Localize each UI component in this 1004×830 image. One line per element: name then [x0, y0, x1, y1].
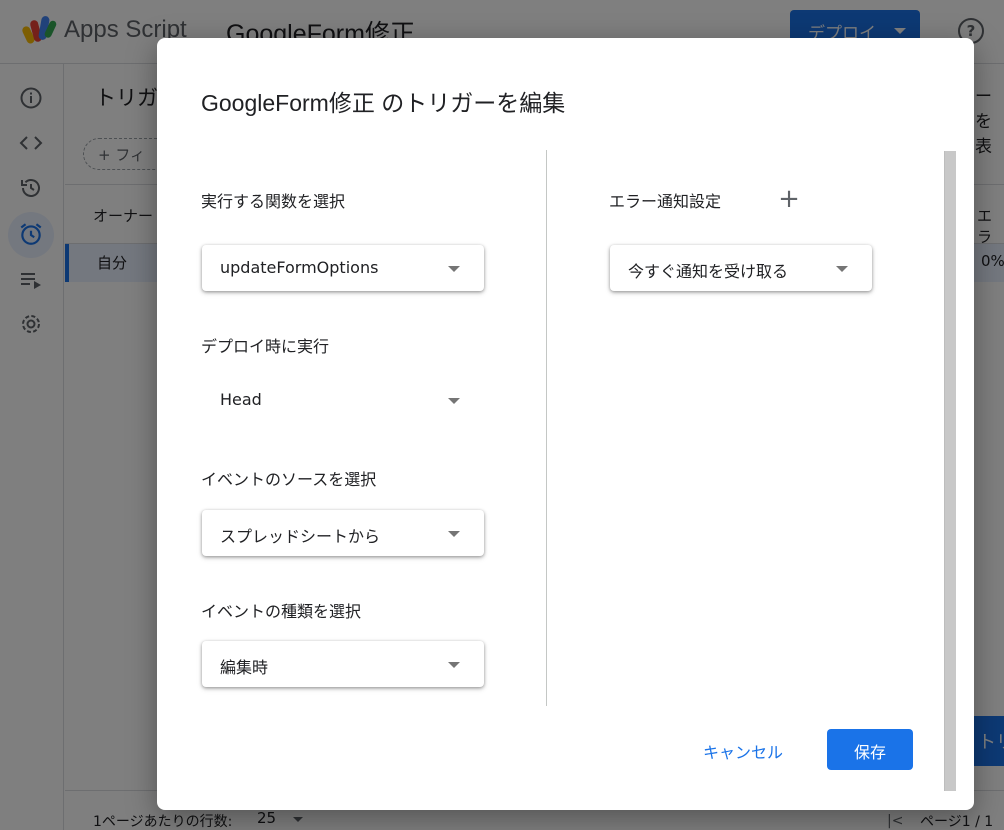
function-label: 実行する関数を選択: [201, 192, 346, 211]
dialog-title: GoogleForm修正 のトリガーを編集: [201, 90, 566, 116]
event-source-select-value: スプレッドシートから: [220, 527, 381, 546]
edit-trigger-dialog: GoogleForm修正 のトリガーを編集 実行する関数を選択 updateFo…: [157, 38, 974, 810]
scrollbar[interactable]: [944, 151, 956, 791]
cancel-button[interactable]: キャンセル: [693, 730, 793, 770]
event-source-select[interactable]: スプレッドシートから: [202, 510, 484, 556]
event-type-select[interactable]: 編集時: [202, 641, 484, 687]
add-notification-icon[interactable]: +: [776, 186, 802, 214]
function-select-value: updateFormOptions: [220, 258, 379, 277]
event-type-label: イベントの種類を選択: [201, 602, 362, 621]
dropdown-arrow-icon: [448, 398, 460, 404]
error-notification-select[interactable]: 今すぐ通知を受け取る: [610, 245, 872, 291]
dropdown-arrow-icon: [448, 662, 460, 668]
deployment-select[interactable]: Head: [202, 377, 484, 423]
dropdown-arrow-icon: [448, 266, 460, 272]
dropdown-arrow-icon: [836, 266, 848, 272]
dropdown-arrow-icon: [448, 531, 460, 537]
error-notification-select-value: 今すぐ通知を受け取る: [628, 262, 789, 281]
column-divider: [546, 150, 547, 706]
event-source-label: イベントのソースを選択: [201, 470, 377, 489]
deployment-select-value: Head: [220, 390, 262, 409]
error-notification-label: エラー通知設定: [609, 192, 722, 211]
save-button[interactable]: 保存: [827, 729, 913, 770]
event-type-select-value: 編集時: [220, 658, 269, 677]
deployment-label: デプロイ時に実行: [201, 337, 330, 356]
function-select[interactable]: updateFormOptions: [202, 245, 484, 291]
